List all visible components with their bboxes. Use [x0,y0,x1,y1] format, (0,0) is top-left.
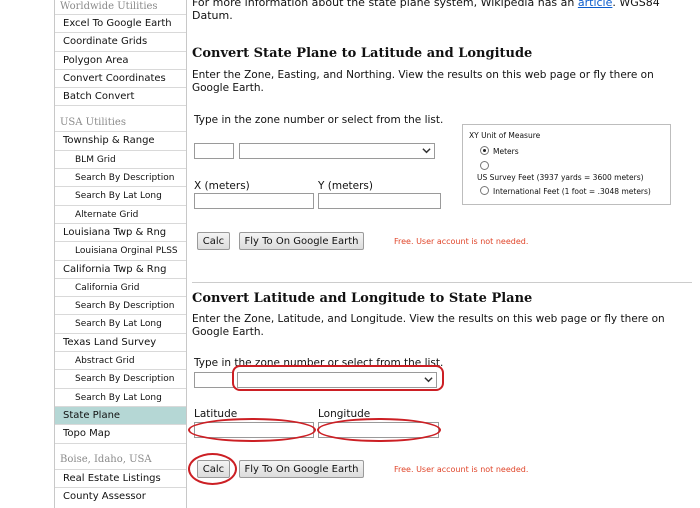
xy-unit-of-measure-box: XY Unit of Measure Meters US Survey Feet… [462,124,671,205]
sidebar-item-topo-map[interactable]: Topo Map [55,424,186,442]
sidebar-item-convert-coordinates[interactable]: Convert Coordinates [55,68,186,87]
sidebar-item-louisiana-orginal-plss[interactable]: Louisiana Orginal PLSS [55,241,186,259]
radio-us-survey-feet[interactable] [480,161,489,170]
sidebar-item-search-by-lat-long[interactable]: Search By Lat Long [55,186,186,204]
sidebar-header-worldwide: Worldwide Utilities [60,0,158,12]
section-divider [192,282,692,283]
highlight-ring-calc [188,453,237,485]
section2-free-note: Free. User account is not needed. [394,465,529,474]
wikipedia-article-link[interactable]: article [578,0,613,9]
section2-fly-to-google-earth-button[interactable]: Fly To On Google Earth [239,460,364,478]
radio-meters[interactable] [480,146,489,155]
section2-title: Convert Latitude and Longitude to State … [192,291,533,306]
sidebar-item-search-by-description[interactable]: Search By Description [55,369,186,387]
main-content: For more information about the state pla… [187,0,700,508]
section1-zone-input[interactable] [194,143,234,159]
sidebar-item-louisiana-twp-rng[interactable]: Louisiana Twp & Rng [55,222,186,241]
sidebar-item-county-assessor[interactable]: County Assessor [55,486,186,505]
unit-box-title: XY Unit of Measure [469,131,541,140]
radio-us-survey-feet-label: US Survey Feet (3937 yards = 3600 meters… [477,173,644,182]
sidebar-item-abstract-grid[interactable]: Abstract Grid [55,351,186,369]
section1-fly-to-google-earth-button[interactable]: Fly To On Google Earth [239,232,364,250]
section1-zone-select[interactable] [239,143,435,159]
section1-calc-button[interactable]: Calc [197,232,230,250]
section2-description: Enter the Zone, Latitude, and Longitude.… [192,313,665,338]
sidebar-item-california-twp-rng[interactable]: California Twp & Rng [55,259,186,278]
sidebar-item-polygon-area[interactable]: Polygon Area [55,50,186,69]
sidebar-item-search-by-description[interactable]: Search By Description [55,168,186,186]
sidebar-item-california-grid[interactable]: California Grid [55,277,186,296]
highlight-ring-zone-select [232,365,444,391]
sidebar-header-usa: USA Utilities [60,116,126,128]
section1-description: Enter the Zone, Easting, and Northing. V… [192,69,654,94]
sidebar-item-state-plane[interactable]: State Plane [55,405,186,425]
highlight-ring-latitude [188,418,316,442]
sidebar-item-batch-convert[interactable]: Batch Convert [55,87,186,105]
x-meters-label: X (meters) [194,180,250,192]
section1-free-note: Free. User account is not needed. [394,237,529,246]
sidebar-item-search-by-lat-long[interactable]: Search By Lat Long [55,387,186,406]
sidebar-item-texas-land-survey[interactable]: Texas Land Survey [55,332,186,351]
intro-text: For more information about the state pla… [192,0,692,22]
radio-meters-label: Meters [493,147,519,156]
sidebar-item-excel-to-google-earth[interactable]: Excel To Google Earth [55,14,186,32]
y-meters-label: Y (meters) [318,180,373,192]
sidebar-header-boise: Boise, Idaho, USA [60,454,152,466]
sidebar-item-township-range[interactable]: Township & Range [55,131,186,149]
y-meters-input[interactable] [318,193,441,209]
x-meters-input[interactable] [194,193,314,209]
radio-international-feet[interactable] [480,186,489,195]
section1-title: Convert State Plane to Latitude and Long… [192,46,533,61]
highlight-ring-longitude [317,418,441,442]
radio-international-feet-label: International Feet (1 foot = .3048 meter… [493,187,651,196]
section1-zone-label: Type in the zone number or select from t… [194,114,444,126]
sidebar-item-real-estate-listings[interactable]: Real Estate Listings [55,468,186,487]
sidebar-nav: Worldwide Utilities Excel To Google Eart… [54,0,187,508]
sidebar-item-blm-grid[interactable]: BLM Grid [55,149,186,168]
sidebar-item-search-by-description[interactable]: Search By Description [55,296,186,314]
intro-text-before: For more information about the state pla… [192,0,578,9]
sidebar-item-search-by-lat-long[interactable]: Search By Lat Long [55,314,186,332]
sidebar-item-coordinate-grids[interactable]: Coordinate Grids [55,32,186,50]
chevron-down-icon [422,148,431,154]
section2-zone-input[interactable] [194,372,234,388]
sidebar-item-alternate-grid[interactable]: Alternate Grid [55,204,186,223]
